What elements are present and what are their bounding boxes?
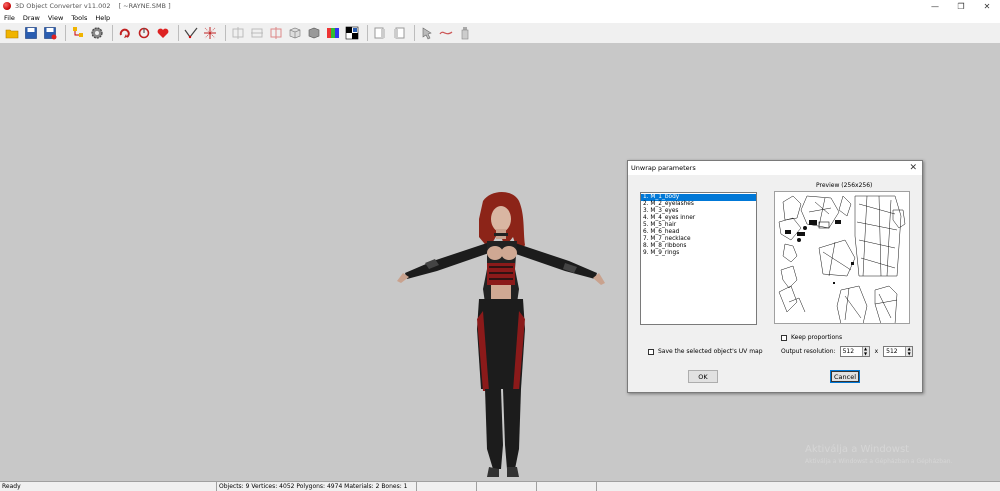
spin-down-icon[interactable]: ▼ (906, 351, 913, 356)
keep-proportions-checkbox[interactable] (781, 334, 787, 341)
watermark-title: Aktiválja a Windowst (805, 444, 910, 455)
keep-proportions-row[interactable]: Keep proportions (781, 334, 842, 341)
toolbar-separator (65, 25, 66, 41)
close-icon[interactable]: ✕ (974, 0, 1000, 12)
list-item[interactable]: 1. M_1_body (641, 194, 756, 201)
vertex-line-icon[interactable] (183, 25, 199, 41)
list-item[interactable]: 5. M_5_hair (641, 222, 756, 229)
toolbar-separator (112, 25, 113, 41)
resolution-height-stepper[interactable]: 512 ▲ ▼ (883, 346, 914, 357)
preview-label: Preview (256x256) (816, 182, 873, 189)
app-logo-icon (3, 2, 11, 10)
list-item[interactable]: 9. M_9_rings (641, 250, 756, 257)
dialog-title-bar: Unwrap parameters ✕ (628, 161, 922, 175)
dialog-title: Unwrap parameters (631, 164, 696, 172)
resolution-separator: x (874, 348, 879, 355)
save-icon[interactable] (23, 25, 39, 41)
window-title: 3D Object Converter v11.002 [ ~RAYNE.SMB… (15, 2, 177, 10)
list-item[interactable]: 3. M_3_eyes (641, 208, 756, 215)
mirror-y-icon[interactable] (249, 25, 265, 41)
rotate-icon[interactable] (117, 25, 133, 41)
mirror-x-icon[interactable] (230, 25, 246, 41)
output-resolution-label: Output resolution: (781, 348, 836, 355)
uv-preview (774, 191, 910, 324)
close-icon[interactable]: ✕ (909, 163, 917, 173)
uv-map-image (778, 195, 906, 323)
spin-down-icon[interactable]: ▼ (862, 351, 869, 356)
object-list[interactable]: 1. M_1_body 2. M_2_eyelashes 3. M_3_eyes 4.… (640, 192, 757, 325)
status-cell (537, 482, 597, 491)
curve-icon[interactable] (438, 25, 454, 41)
save-uv-checkbox[interactable] (648, 348, 654, 355)
pointer-icon[interactable] (419, 25, 435, 41)
status-stats: Objects: 9 Vertices: 4052 Polygons: 4974… (217, 482, 417, 491)
toolbar-separator (178, 25, 179, 41)
heart-red-icon[interactable] (155, 25, 171, 41)
list-item[interactable]: 4. M_4_eyes inner (641, 215, 756, 222)
status-cell (477, 482, 537, 491)
rgb-color-icon[interactable] (325, 25, 341, 41)
resolution-width-value: 512 (842, 348, 855, 355)
texture-right-icon[interactable] (391, 25, 407, 41)
ok-button[interactable]: OK (688, 370, 718, 383)
save-as-icon[interactable] (42, 25, 58, 41)
restore-icon[interactable]: ❐ (948, 0, 974, 12)
move-arrows-icon[interactable] (202, 25, 218, 41)
bottle-icon[interactable] (457, 25, 473, 41)
menu-bar: File Draw View Tools Help (0, 12, 1000, 23)
settings-gear-icon[interactable] (89, 25, 105, 41)
watermark-subtitle: Aktiválja a Windowst a Gépházban a Géphá… (805, 458, 953, 465)
texture-left-icon[interactable] (372, 25, 388, 41)
app-title: 3D Object Converter v11.002 (15, 2, 111, 10)
list-item[interactable]: 7. M_7_necklace (641, 236, 756, 243)
toolbar-separator (225, 25, 226, 41)
menu-draw[interactable]: Draw (19, 14, 44, 22)
toolbar-separator (367, 25, 368, 41)
save-uv-label: Save the selected object's UV map (658, 348, 763, 355)
cancel-button[interactable]: Cancel (830, 370, 860, 383)
resolution-height-value: 512 (886, 348, 898, 355)
unwrap-dialog: Unwrap parameters ✕ 1. M_1_body 2. M_2_ey… (627, 160, 923, 393)
menu-help[interactable]: Help (91, 14, 114, 22)
status-cell (417, 482, 477, 491)
resolution-width-stepper[interactable]: 512 ▲ ▼ (839, 346, 870, 357)
cube-icon[interactable] (287, 25, 303, 41)
hierarchy-icon[interactable] (70, 25, 86, 41)
save-uv-checkbox-row[interactable]: Save the selected object's UV map (648, 348, 763, 355)
rotate-alt-icon[interactable] (136, 25, 152, 41)
open-folder-icon[interactable] (4, 25, 20, 41)
menu-tools[interactable]: Tools (67, 14, 91, 22)
status-bar: Ready Objects: 9 Vertices: 4052 Polygons… (0, 481, 1000, 491)
menu-view[interactable]: View (44, 14, 67, 22)
output-resolution-row: Output resolution: 512 ▲ ▼ x 512 ▲ ▼ (781, 346, 914, 357)
checker-icon[interactable] (344, 25, 360, 41)
keep-proportions-label: Keep proportions (791, 334, 843, 341)
character-model (397, 192, 605, 477)
title-bar: 3D Object Converter v11.002 [ ~RAYNE.SMB… (0, 0, 1000, 12)
list-item[interactable]: 6. M_6_head (641, 229, 756, 236)
menu-file[interactable]: File (0, 14, 19, 22)
minimize-icon[interactable]: — (922, 0, 948, 12)
wireframe-cube-icon[interactable] (306, 25, 322, 41)
toolbar-separator (414, 25, 415, 41)
document-title: [ ~RAYNE.SMB ] (118, 2, 171, 10)
list-item[interactable]: 2. M_2_eyelashes (641, 201, 756, 208)
activation-watermark: Aktiválja a Windowst Aktiválja a Windows… (805, 444, 953, 465)
status-ready: Ready (0, 482, 217, 491)
list-item[interactable]: 8. M_8_ribbons (641, 243, 756, 250)
toolbar (0, 23, 1000, 44)
mirror-z-icon[interactable] (268, 25, 284, 41)
